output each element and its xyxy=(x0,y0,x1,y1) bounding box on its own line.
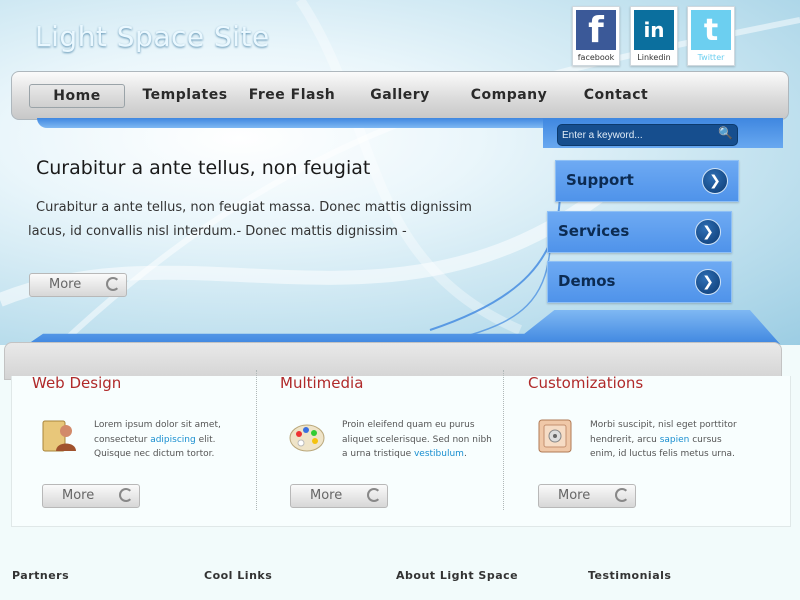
nav-gallery[interactable]: Gallery xyxy=(360,84,440,106)
demos-label: Demos xyxy=(558,272,616,290)
nav-templates[interactable]: Templates xyxy=(140,84,230,106)
hero-heading: Curabitur a ante tellus, non feugiat xyxy=(36,157,371,179)
support-button[interactable]: Support ❯ xyxy=(555,160,739,202)
feature-more-button[interactable]: More xyxy=(42,484,140,508)
main-navigation: Home Templates Free Flash Gallery Compan… xyxy=(11,71,789,120)
nav-contact[interactable]: Contact xyxy=(576,84,656,106)
support-label: Support xyxy=(566,171,634,189)
nav-company[interactable]: Company xyxy=(464,84,554,106)
nav-home[interactable]: Home xyxy=(29,84,125,108)
feature-divider xyxy=(503,370,505,510)
nav-free-flash[interactable]: Free Flash xyxy=(248,84,336,106)
hero-more-button[interactable]: More xyxy=(29,273,127,297)
more-label: More xyxy=(49,277,82,292)
feature-more-button[interactable]: More xyxy=(538,484,636,508)
refresh-icon xyxy=(367,488,381,502)
demos-button[interactable]: Demos ❯ xyxy=(547,261,732,303)
feature-divider xyxy=(256,370,258,510)
feature-link[interactable]: sapien xyxy=(660,435,690,445)
more-label: More xyxy=(62,488,95,503)
refresh-icon xyxy=(106,277,120,291)
feature-link[interactable]: adipiscing xyxy=(150,435,196,445)
facebook-link[interactable]: f facebook xyxy=(572,6,620,66)
footer-heading-about: About Light Space xyxy=(396,569,519,582)
footer-heading-partners: Partners xyxy=(12,569,70,582)
search-icon[interactable]: 🔍 xyxy=(718,126,733,140)
linkedin-caption: Linkedin xyxy=(637,53,671,62)
twitter-caption: Twitter xyxy=(697,53,725,62)
facebook-caption: facebook xyxy=(577,53,615,62)
user-profile-icon xyxy=(42,420,76,452)
services-label: Services xyxy=(558,222,630,240)
feature-text: Lorem ipsum dolor sit amet, consectetur … xyxy=(94,418,244,462)
more-label: More xyxy=(558,488,591,503)
feature-text-part: . xyxy=(463,449,467,459)
facebook-icon: f xyxy=(576,10,616,51)
linkedin-icon: in xyxy=(634,10,674,50)
refresh-icon xyxy=(119,488,133,502)
search-input[interactable]: Enter a keyword... xyxy=(557,124,738,146)
feature-text: Proin eleifend quam eu purus aliquet sce… xyxy=(342,418,492,462)
arrow-right-icon: ❯ xyxy=(702,168,728,194)
refresh-icon xyxy=(615,488,629,502)
feature-more-button[interactable]: More xyxy=(290,484,388,508)
nav-underband xyxy=(37,118,557,128)
twitter-icon: t xyxy=(691,10,731,50)
feature-title: Web Design xyxy=(32,374,122,392)
services-button[interactable]: Services ❯ xyxy=(547,211,732,253)
site-title: Light Space Site xyxy=(35,20,270,53)
safe-icon xyxy=(538,419,572,453)
paint-palette-icon xyxy=(289,424,325,452)
feature-text: Morbi suscipit, nisl eget porttitor hend… xyxy=(590,418,740,462)
arrow-right-icon: ❯ xyxy=(695,269,721,295)
feature-title: Multimedia xyxy=(280,374,364,392)
footer-heading-testimonials: Testimonials xyxy=(588,569,672,582)
more-label: More xyxy=(310,488,343,503)
feature-title: Customizations xyxy=(528,374,644,392)
hero-text: Curabitur a ante tellus, non feugiat mas… xyxy=(28,200,472,239)
arrow-right-icon: ❯ xyxy=(695,219,721,245)
linkedin-link[interactable]: in Linkedin xyxy=(630,6,678,66)
twitter-link[interactable]: t Twitter xyxy=(687,6,735,66)
feature-link[interactable]: vestibulum xyxy=(414,449,464,459)
footer-heading-cool-links: Cool Links xyxy=(204,569,273,582)
